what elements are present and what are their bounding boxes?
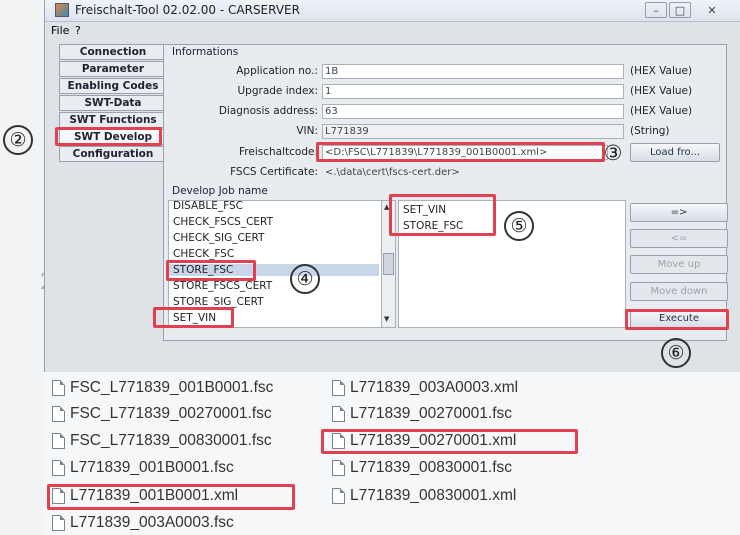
title-bar: Freischalt-Tool 02.02.00 - CARSERVER – □… <box>45 0 740 22</box>
job-item[interactable]: CHECK_SIG_CERT <box>173 232 264 244</box>
file-icon <box>332 380 345 396</box>
annotation-6: ⑥ <box>661 338 691 368</box>
menu-file[interactable]: File <box>51 24 69 37</box>
file-item[interactable]: L771839_00270001.fsc <box>332 405 512 423</box>
job-item[interactable]: DISABLE_FSC <box>173 201 243 212</box>
file-item[interactable]: L771839_003A0003.xml <box>332 379 518 397</box>
file-icon <box>52 406 65 422</box>
vin-note: (String) <box>630 125 670 137</box>
move-up-button[interactable]: Move up <box>630 255 728 274</box>
upgrade-index-label: Upgrade index: <box>237 85 319 97</box>
file-item[interactable]: L771839_00830001.fsc <box>332 459 512 477</box>
highlight-execute <box>625 309 729 330</box>
menu-bar: File ? <box>45 23 740 39</box>
scroll-down-icon[interactable]: ▼ <box>384 315 389 323</box>
upgrade-index-note: (HEX Value) <box>630 85 693 97</box>
fscs-certificate-value: <.\data\cert\fscs-cert.der> <box>325 167 460 178</box>
tab-configuration[interactable]: Configuration <box>59 146 167 162</box>
tab-parameter[interactable]: Parameter <box>59 61 167 77</box>
highlight-selected-list <box>389 194 496 236</box>
vin-field: L771839 <box>322 124 624 139</box>
file-item[interactable]: L771839_001B0001.fsc <box>52 459 234 477</box>
file-icon <box>52 433 65 449</box>
diagnosis-address-field[interactable]: 63 <box>322 104 624 119</box>
highlight-store-fsc <box>166 260 256 281</box>
annotation-4: ④ <box>290 264 320 294</box>
scroll-thumb[interactable] <box>383 253 394 275</box>
remove-job-button[interactable]: <= <box>630 229 728 248</box>
informations-title: Informations <box>170 46 241 58</box>
minimize-button[interactable]: – <box>645 2 667 18</box>
file-icon <box>52 515 65 531</box>
application-no-field[interactable]: 1B <box>322 64 624 79</box>
file-item[interactable]: L771839_00830001.xml <box>332 487 516 505</box>
application-no-label: Application no.: <box>236 65 318 77</box>
file-item[interactable]: FSC_L771839_00270001.fsc <box>52 405 272 423</box>
annotation-3: ③ <box>603 141 623 165</box>
move-down-button[interactable]: Move down <box>630 282 728 301</box>
fscs-certificate-label: FSCS Certificate: <box>230 166 318 178</box>
tab-connection[interactable]: Connection <box>59 44 167 60</box>
highlight-set-vin <box>153 307 234 328</box>
file-icon <box>332 488 345 504</box>
job-item[interactable]: STORE_FSCS_CERT <box>173 280 272 292</box>
load-from-button[interactable]: Load fro... <box>630 143 720 162</box>
vin-label: VIN: <box>296 125 318 137</box>
job-item[interactable]: CHECK_FSC <box>173 248 234 260</box>
annotation-2: ② <box>3 125 33 155</box>
window-title: Freischalt-Tool 02.02.00 - CARSERVER <box>75 3 300 17</box>
application-no-note: (HEX Value) <box>630 65 693 77</box>
freischaltcode-label: Freischaltcode: <box>239 146 318 158</box>
annotation-5: ⑤ <box>504 211 534 241</box>
file-icon <box>332 460 345 476</box>
highlight-swt-develop <box>55 127 162 146</box>
file-item[interactable]: FSC_L771839_001B0001.fsc <box>52 379 273 397</box>
app-icon <box>55 3 69 17</box>
menu-help[interactable]: ? <box>75 24 81 37</box>
diagnosis-address-label: Diagnosis address: <box>218 105 318 117</box>
highlight-file-270001-xml <box>321 429 578 454</box>
tab-content-panel: Informations Application no.: 1B (HEX Va… <box>163 44 728 341</box>
file-item[interactable]: FSC_L771839_00830001.fsc <box>52 432 272 450</box>
tab-swt-functions[interactable]: SWT Functions <box>59 112 167 128</box>
diagnosis-address-note: (HEX Value) <box>630 105 693 117</box>
tab-enabling-codes[interactable]: Enabling Codes <box>59 78 167 94</box>
add-job-button[interactable]: => <box>630 203 728 222</box>
upgrade-index-field[interactable]: 1 <box>322 84 624 99</box>
highlight-freischaltcode <box>316 142 605 162</box>
highlight-file-001b0001-xml <box>47 484 295 510</box>
job-item[interactable]: CHECK_FSCS_CERT <box>173 216 273 228</box>
file-icon <box>52 460 65 476</box>
maximize-button[interactable]: □ <box>669 2 691 18</box>
file-item[interactable]: L771839_003A0003.fsc <box>52 514 234 532</box>
file-icon <box>52 380 65 396</box>
tab-swt-data[interactable]: SWT-Data <box>59 95 167 111</box>
file-icon <box>332 406 345 422</box>
develop-job-title: Develop Job name <box>170 185 270 197</box>
close-button[interactable]: ✕ <box>701 2 723 18</box>
